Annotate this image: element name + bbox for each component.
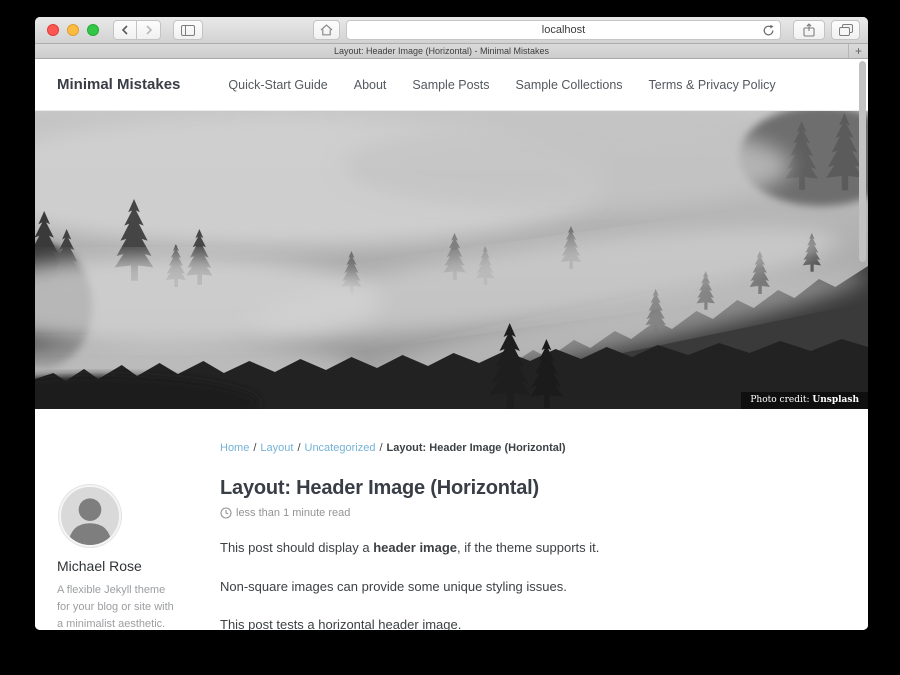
address-bar-url: localhost (542, 24, 585, 36)
site-title[interactable]: Minimal Mistakes (57, 76, 180, 93)
minimize-button[interactable] (67, 24, 79, 36)
paragraph-1-bold: header image (373, 540, 457, 555)
foggy-forest-illustration (35, 111, 868, 409)
breadcrumb-current: Layout: Header Image (Horizontal) (387, 442, 566, 454)
share-icon (803, 23, 815, 37)
back-button[interactable] (113, 20, 137, 40)
breadcrumb: Home/Layout/Uncategorized/Layout: Header… (220, 442, 868, 454)
home-icon (320, 24, 333, 36)
breadcrumb-home[interactable]: Home (220, 442, 249, 454)
home-button[interactable] (313, 20, 340, 40)
nav-link-about[interactable]: About (354, 78, 387, 92)
forward-button[interactable] (137, 20, 161, 40)
author-name: Michael Rose (57, 558, 205, 574)
share-button[interactable] (793, 20, 825, 40)
active-tab[interactable]: Layout: Header Image (Horizontal) - Mini… (35, 46, 848, 56)
tabs-overview-icon (839, 24, 853, 36)
author-sidebar: Michael Rose A flexible Jekyll theme for… (57, 477, 205, 630)
read-time: less than 1 minute read (220, 507, 840, 519)
article: Layout: Header Image (Horizontal) less t… (220, 477, 840, 630)
page-scrollbar[interactable] (859, 61, 866, 262)
show-tabs-button[interactable] (831, 20, 860, 40)
paragraph-1: This post should display a header image,… (220, 538, 840, 558)
nav-link-sample-posts[interactable]: Sample Posts (412, 78, 489, 92)
sidebar-icon (181, 25, 195, 36)
sidebar-toggle-button[interactable] (173, 20, 203, 40)
breadcrumb-layout[interactable]: Layout (260, 442, 293, 454)
page-viewport: Minimal Mistakes Quick-Start Guide About… (35, 59, 868, 630)
browser-window: localhost Layout: Header Image (Ho (35, 17, 868, 630)
photo-credit: Photo credit: Unsplash (741, 392, 868, 409)
chevron-right-icon (145, 25, 153, 35)
history-nav (113, 20, 161, 40)
traffic-lights (47, 24, 99, 36)
chevron-left-icon (121, 25, 129, 35)
avatar (59, 485, 121, 547)
zoom-button[interactable] (87, 24, 99, 36)
masthead: Minimal Mistakes Quick-Start Guide About… (35, 59, 868, 111)
nav-link-sample-collections[interactable]: Sample Collections (516, 78, 623, 92)
browser-toolbar: localhost (35, 17, 868, 44)
nav-link-quick-start[interactable]: Quick-Start Guide (228, 78, 327, 92)
nav-link-terms[interactable]: Terms & Privacy Policy (649, 78, 776, 92)
paragraph-1-text-end: , if the theme supports it. (457, 540, 599, 555)
breadcrumb-separator: / (253, 442, 256, 454)
reload-icon (762, 24, 775, 37)
photo-credit-source[interactable]: Unsplash (812, 395, 859, 405)
page-content: Home/Layout/Uncategorized/Layout: Header… (35, 409, 868, 630)
close-button[interactable] (47, 24, 59, 36)
paragraph-3: This post tests a horizontal header imag… (220, 615, 840, 630)
paragraph-1-text: This post should display a (220, 540, 373, 555)
author-bio: A flexible Jekyll theme for your blog or… (57, 582, 179, 630)
reload-button[interactable] (762, 24, 775, 40)
person-silhouette-icon (61, 487, 119, 545)
paragraph-2: Non-square images can provide some uniqu… (220, 577, 840, 597)
read-time-label: less than 1 minute read (236, 507, 350, 519)
photo-credit-label: Photo credit: (750, 395, 812, 405)
breadcrumb-separator: / (297, 442, 300, 454)
site-nav: Quick-Start Guide About Sample Posts Sam… (228, 78, 775, 92)
page-title: Layout: Header Image (Horizontal) (220, 477, 840, 500)
breadcrumb-separator: / (379, 442, 382, 454)
header-image: Photo credit: Unsplash (35, 111, 868, 409)
address-bar[interactable]: localhost (346, 20, 781, 40)
breadcrumb-uncategorized[interactable]: Uncategorized (305, 442, 376, 454)
tab-bar: Layout: Header Image (Horizontal) - Mini… (35, 44, 868, 59)
clock-icon (220, 507, 232, 519)
new-tab-button[interactable]: + (848, 44, 868, 58)
